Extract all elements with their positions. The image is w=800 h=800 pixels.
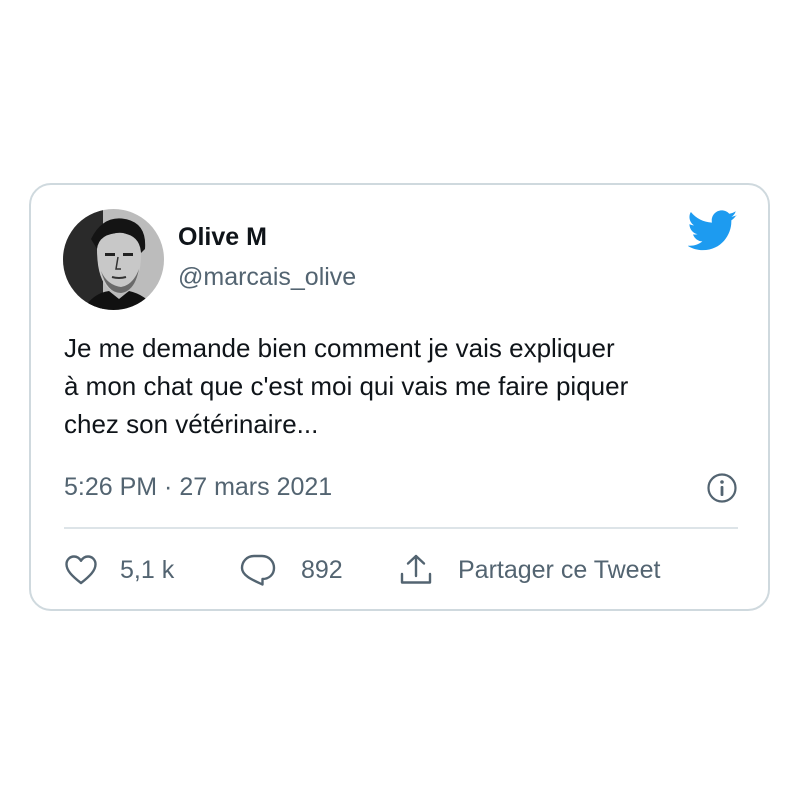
like-button[interactable]: 5,1 k — [64, 550, 174, 590]
like-count: 5,1 k — [120, 555, 175, 584]
author-name[interactable]: Olive M — [178, 223, 267, 252]
tweet-timestamp[interactable]: 5:26 PM · 27 mars 2021 — [64, 473, 332, 502]
author-handle[interactable]: @marcais_olive — [178, 263, 356, 292]
action-bar: 5,1 k 892 Partager ce Tweet — [64, 550, 744, 590]
speech-bubble-icon — [240, 554, 276, 586]
reply-count: 892 — [301, 555, 343, 584]
heart-icon — [65, 555, 97, 585]
avatar[interactable] — [63, 209, 164, 310]
info-icon[interactable] — [706, 472, 738, 504]
share-icon — [400, 554, 432, 584]
tweet-card[interactable]: Olive M @marcais_olive Je me demande bie… — [29, 183, 770, 611]
share-label: Partager ce Tweet — [458, 555, 661, 584]
reply-button[interactable]: 892 — [239, 550, 343, 590]
tweet-text: Je me demande bien comment je vais expli… — [64, 333, 629, 439]
twitter-bird-icon[interactable] — [687, 210, 738, 252]
divider — [64, 527, 738, 529]
share-button[interactable]: Partager ce Tweet — [398, 550, 660, 590]
